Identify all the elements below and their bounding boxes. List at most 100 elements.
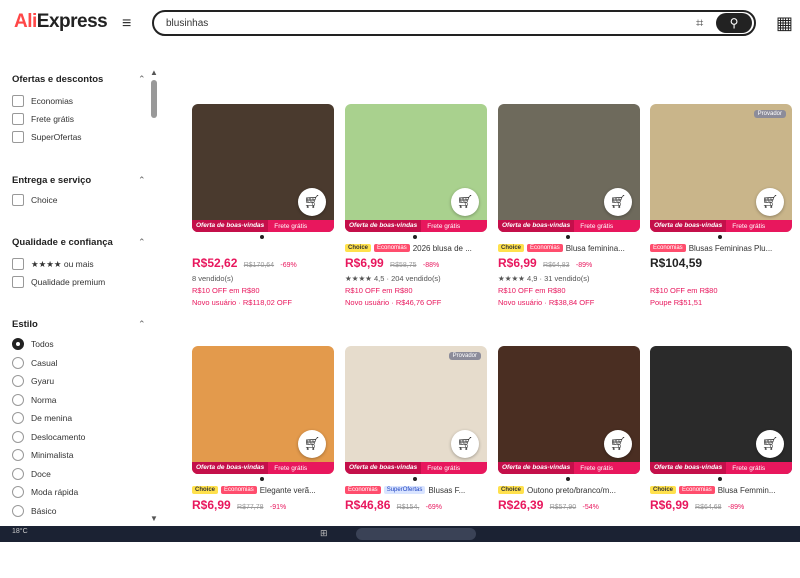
add-to-cart-button[interactable]: 🛒︎ <box>298 188 326 216</box>
radio-button[interactable] <box>12 375 24 387</box>
product-badge: Choice <box>498 486 525 494</box>
radio-button[interactable] <box>12 356 24 369</box>
product-card[interactable]: Provador 🛒︎ Oferta de boas-vindas Frete … <box>345 346 487 578</box>
product-image[interactable]: Provador 🛒︎ Oferta de boas-vindas Frete … <box>650 104 792 232</box>
style-radio-option[interactable]: De menina <box>12 411 72 425</box>
style-radio-option[interactable]: Casual <box>12 356 57 370</box>
carousel-dot <box>718 477 722 481</box>
collapse-chevron-icon[interactable]: ⌃ <box>138 74 146 85</box>
product-card[interactable]: 🛒︎ Oferta de boas-vindas Frete grátis Ch… <box>345 104 487 336</box>
carousel-dot <box>260 477 264 481</box>
filter-checkbox-option[interactable]: Frete grátis <box>12 112 74 126</box>
product-image[interactable]: 🛒︎ Oferta de boas-vindas Frete grátis <box>650 346 792 474</box>
original-price: R$64,83 <box>543 262 570 269</box>
original-price: R$64,68 <box>695 504 722 511</box>
style-radio-option[interactable]: Moda rápida <box>12 485 78 499</box>
product-card[interactable]: 🛒︎ Oferta de boas-vindas Frete grátis Ch… <box>498 346 640 578</box>
radio-button[interactable] <box>12 486 24 498</box>
radio-button[interactable] <box>12 338 24 350</box>
collapse-chevron-icon[interactable]: ⌃ <box>138 319 146 330</box>
search-input[interactable] <box>166 15 686 31</box>
current-price: R$6,99 <box>345 256 384 270</box>
product-price: R$46,86 R$154, -69% <box>345 498 442 512</box>
product-card[interactable]: Provador 🛒︎ Oferta de boas-vindas Frete … <box>650 104 792 336</box>
promo-banner: Oferta de boas-vindas Frete grátis <box>650 462 792 474</box>
provador-badge: Provador <box>448 352 481 360</box>
taskbar-search[interactable] <box>356 528 476 540</box>
style-radio-option[interactable]: Gyaru <box>12 374 54 388</box>
checkbox[interactable] <box>12 258 24 270</box>
product-badge: Economias <box>650 244 686 252</box>
product-title[interactable]: Choice Economias Blusa feminina... <box>498 242 640 254</box>
weather-widget[interactable]: 18°C <box>12 528 28 535</box>
product-image[interactable]: 🛒︎ Oferta de boas-vindas Frete grátis <box>192 346 334 474</box>
checkbox[interactable] <box>12 95 24 107</box>
filter-checkbox-option[interactable]: ★★★★ ou mais <box>12 257 94 271</box>
product-title[interactable]: Choice Economias Blusa Femmin... <box>650 484 792 496</box>
filter-checkbox-option[interactable]: Choice <box>12 193 57 207</box>
product-title[interactable]: Economias SuperOfertas Blusas F... <box>345 484 487 496</box>
product-title[interactable]: Economias Blusas Femininas Plu... <box>650 242 792 254</box>
filter-checkbox-option[interactable]: Qualidade premium <box>12 275 105 289</box>
checkbox[interactable] <box>12 131 24 143</box>
filter-checkbox-option[interactable]: Economias <box>12 94 73 108</box>
qr-code-icon[interactable]: ▦ <box>776 13 793 34</box>
filter-section-title: Qualidade e confiança <box>12 237 113 248</box>
radio-button[interactable] <box>12 412 24 424</box>
hamburger-icon[interactable]: ≡ <box>122 15 131 33</box>
product-image[interactable]: 🛒︎ Oferta de boas-vindas Frete grátis <box>498 346 640 474</box>
product-image[interactable]: Provador 🛒︎ Oferta de boas-vindas Frete … <box>345 346 487 474</box>
product-image[interactable]: 🛒︎ Oferta de boas-vindas Frete grátis <box>192 104 334 232</box>
product-title[interactable]: Choice Economias Elegante verã... <box>192 484 334 496</box>
add-to-cart-button[interactable]: 🛒︎ <box>451 430 479 458</box>
carousel-dot <box>718 235 722 239</box>
product-badge: Choice <box>650 486 677 494</box>
filter-checkbox-option[interactable]: SuperOfertas <box>12 130 82 144</box>
welcome-deal-label: Oferta de boas-vindas <box>192 220 269 232</box>
product-title[interactable]: Choice Economias 2026 blusa de ... <box>345 242 487 254</box>
add-to-cart-button[interactable]: 🛒︎ <box>756 188 784 216</box>
option-label: SuperOfertas <box>31 132 82 142</box>
product-card[interactable]: 🛒︎ Oferta de boas-vindas Frete grátis Ch… <box>192 346 334 578</box>
checkbox[interactable] <box>12 194 24 206</box>
add-to-cart-button[interactable]: 🛒︎ <box>756 430 784 458</box>
free-shipping-label: Frete grátis <box>580 222 614 230</box>
radio-button[interactable] <box>12 393 24 406</box>
product-title[interactable] <box>192 242 334 254</box>
style-radio-option[interactable]: Básico <box>12 504 57 518</box>
start-icon[interactable]: ⊞ <box>320 528 328 539</box>
style-radio-option[interactable]: Norma <box>12 393 57 407</box>
product-price: R$6,99 R$58,75 -88% <box>345 256 439 270</box>
add-to-cart-button[interactable]: 🛒︎ <box>298 430 326 458</box>
checkbox[interactable] <box>12 276 24 288</box>
add-to-cart-button[interactable]: 🛒︎ <box>604 430 632 458</box>
checkbox[interactable] <box>12 113 24 125</box>
collapse-chevron-icon[interactable]: ⌃ <box>138 175 146 186</box>
option-label: Básico <box>31 505 57 516</box>
style-radio-option[interactable]: Todos <box>12 337 54 351</box>
filter-section-title: Estilo <box>12 319 38 330</box>
product-card[interactable]: 🛒︎ Oferta de boas-vindas Frete grátis R$… <box>192 104 334 336</box>
add-to-cart-button[interactable]: 🛒︎ <box>604 188 632 216</box>
radio-button[interactable] <box>12 449 24 461</box>
search-button[interactable]: ⚲ <box>716 13 752 33</box>
product-image[interactable]: 🛒︎ Oferta de boas-vindas Frete grátis <box>345 104 487 232</box>
discount-percent: -88% <box>422 262 440 269</box>
camera-search-icon[interactable]: ⌗ <box>696 15 703 31</box>
product-card[interactable]: 🛒︎ Oferta de boas-vindas Frete grátis Ch… <box>498 104 640 336</box>
style-radio-option[interactable]: Deslocamento <box>12 430 85 444</box>
aliexpress-logo[interactable]: AliExpress <box>14 11 108 33</box>
style-radio-option[interactable]: Doce <box>12 467 51 481</box>
product-title[interactable]: Choice Outono preto/branco/m... <box>498 484 640 496</box>
radio-button[interactable] <box>12 504 24 517</box>
product-title-text: 2026 blusa de ... <box>412 243 472 253</box>
product-image[interactable]: 🛒︎ Oferta de boas-vindas Frete grátis <box>498 104 640 232</box>
radio-button[interactable] <box>12 430 24 443</box>
collapse-chevron-icon[interactable]: ⌃ <box>138 237 146 248</box>
product-title-text: Outono preto/branco/m... <box>527 485 616 495</box>
product-card[interactable]: 🛒︎ Oferta de boas-vindas Frete grátis Ch… <box>650 346 792 578</box>
provador-badge: Provador <box>753 110 786 118</box>
add-to-cart-button[interactable]: 🛒︎ <box>451 188 479 216</box>
radio-button[interactable] <box>12 467 24 480</box>
style-radio-option[interactable]: Minimalista <box>12 448 74 462</box>
